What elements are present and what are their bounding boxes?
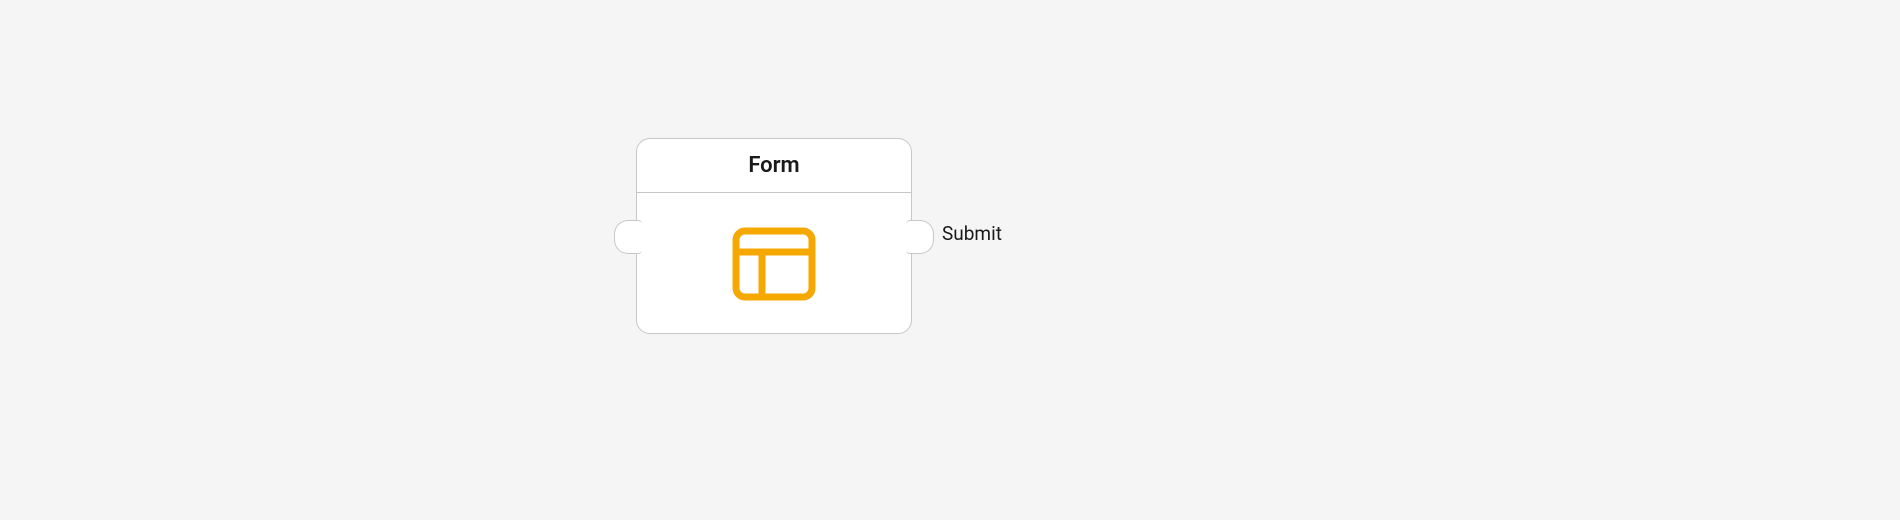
node-body [637,193,911,335]
node-title: Form [748,153,799,178]
form-layout-icon [732,227,816,301]
form-node[interactable]: Form [636,138,912,334]
diagram-canvas[interactable]: Form Submit [0,0,1900,520]
output-port-label: Submit [942,222,1002,245]
input-port[interactable] [614,220,642,254]
node-header: Form [637,139,911,193]
output-port-submit[interactable] [906,220,934,254]
